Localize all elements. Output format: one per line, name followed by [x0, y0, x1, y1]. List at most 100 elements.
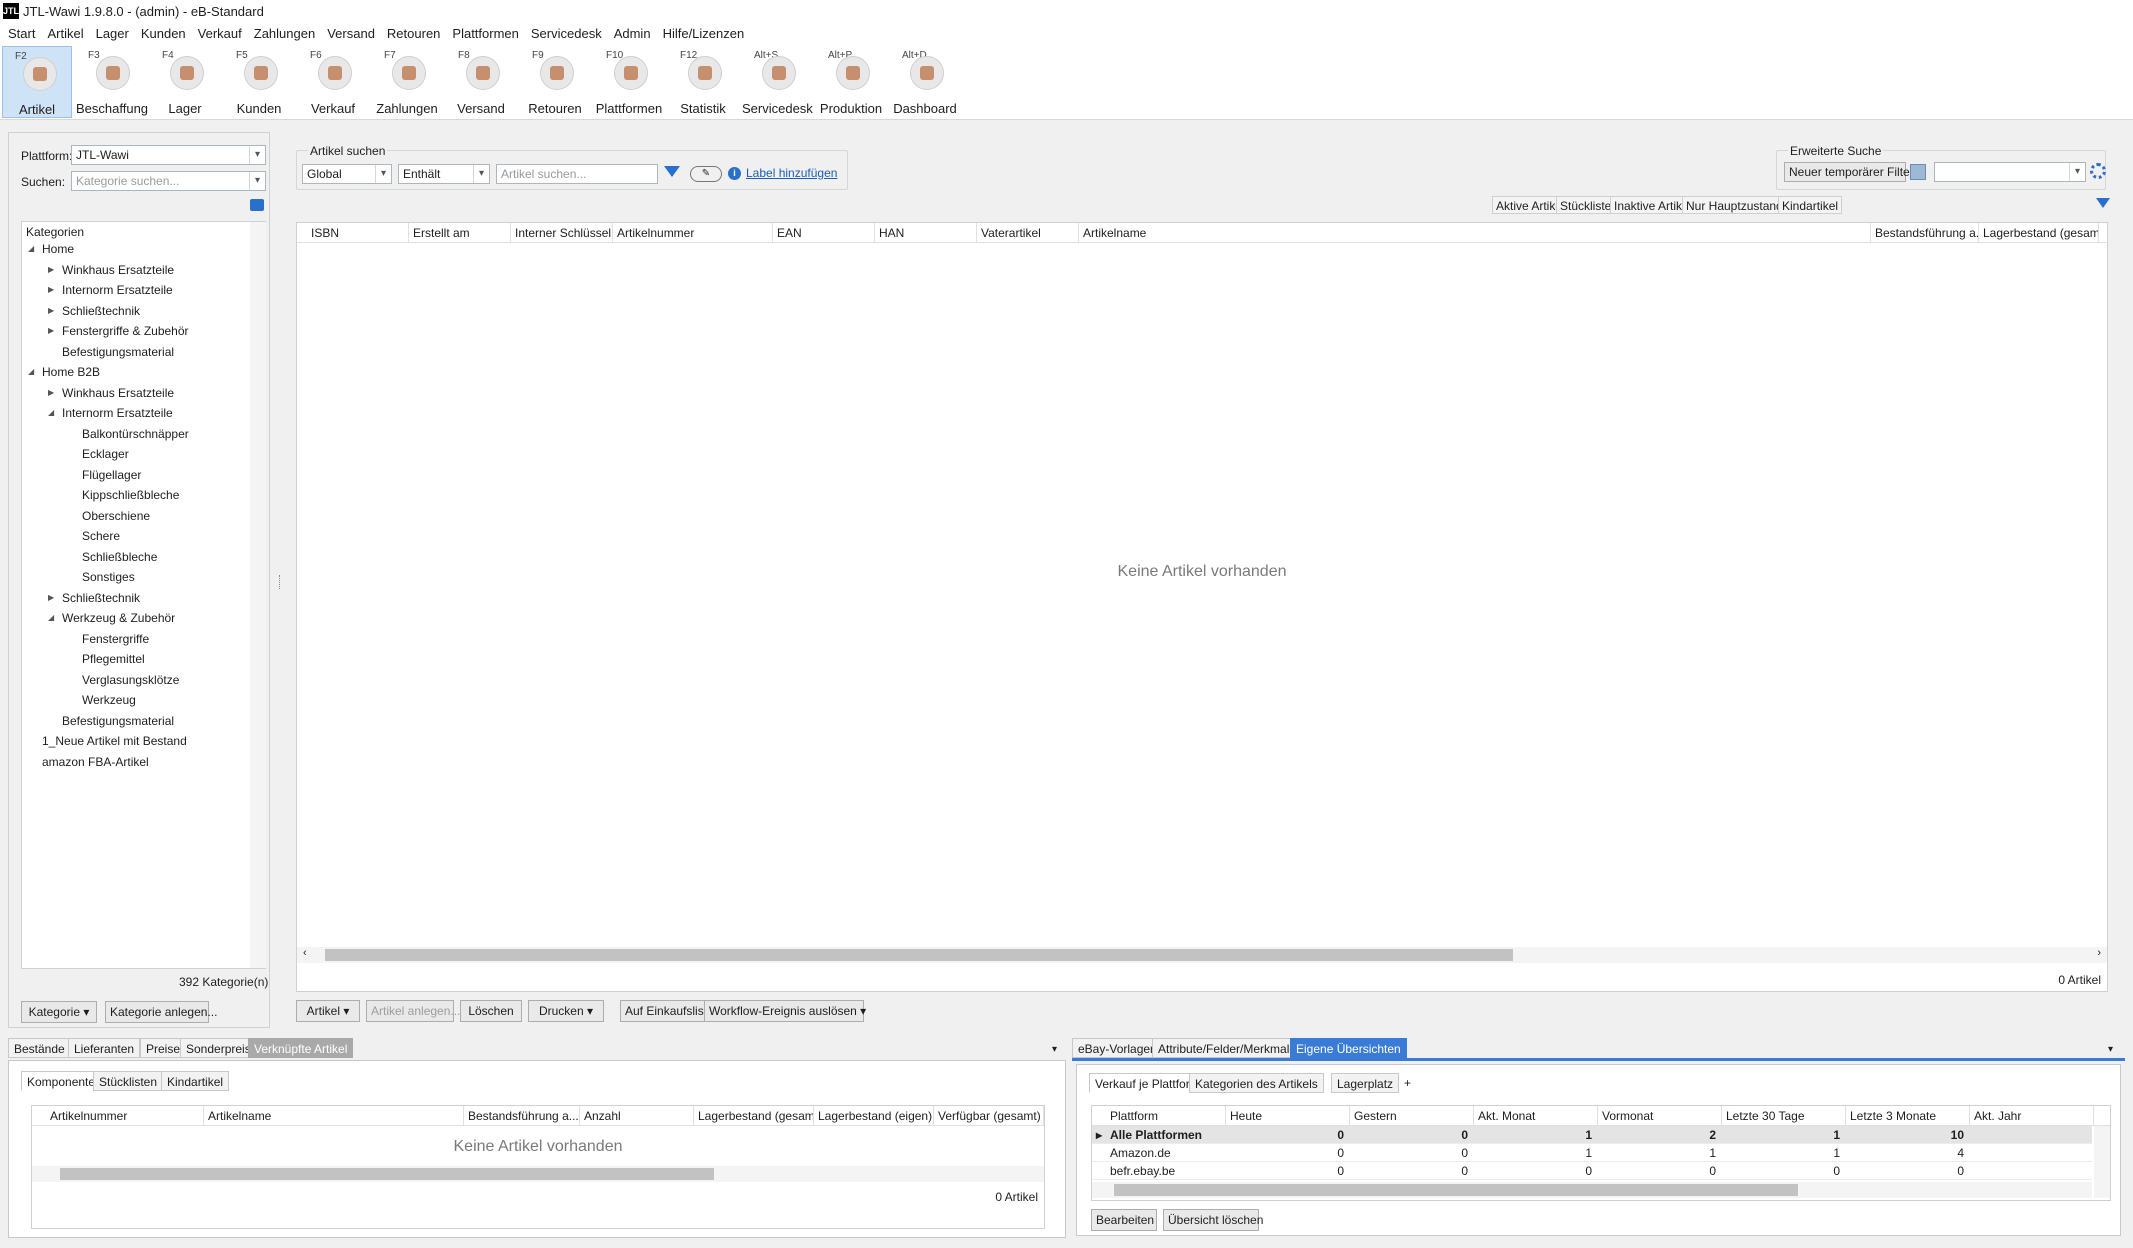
- toolbar-button-retouren[interactable]: F9 Retouren: [520, 46, 590, 118]
- expand-icon[interactable]: ▶: [48, 593, 54, 602]
- tree-item[interactable]: Fenstergriffe: [82, 632, 149, 646]
- verkauf-column-header[interactable]: Letzte 3 Monate: [1846, 1106, 1970, 1126]
- quick-filter-3[interactable]: Nur Hauptzustand: [1682, 196, 1787, 214]
- bottom-right-tab[interactable]: Eigene Übersichten: [1290, 1038, 1407, 1058]
- tree-item[interactable]: Kippschließbleche: [82, 488, 179, 502]
- tree-item[interactable]: amazon FBA-Artikel: [42, 755, 149, 769]
- tree-item[interactable]: Balkontürschnäpper: [82, 427, 189, 441]
- verkauf-subtab[interactable]: Kategorien des Artikels: [1189, 1073, 1324, 1093]
- tree-item[interactable]: Pflegemittel: [82, 652, 145, 666]
- komponenten-column-header[interactable]: Lagerbestand (eigen): [814, 1106, 934, 1126]
- tree-item[interactable]: Sonstiges: [82, 570, 135, 584]
- menu-item-start[interactable]: Start: [2, 26, 41, 41]
- bottom-left-tab[interactable]: Verknüpfte Artikel: [248, 1038, 354, 1058]
- save-icon[interactable]: [1910, 164, 1926, 180]
- expand-icon[interactable]: ▶: [48, 265, 54, 274]
- toolbar-button-versand[interactable]: F8 Versand: [446, 46, 516, 118]
- collapse-icon[interactable]: ◢: [48, 408, 54, 417]
- bearbeiten-button[interactable]: Bearbeiten: [1091, 1209, 1157, 1231]
- toolbar-button-verkauf[interactable]: F6 Verkauf: [298, 46, 368, 118]
- grid-column-header[interactable]: Lagerbestand (gesamt): [1979, 223, 2099, 243]
- tree-scrollbar[interactable]: [250, 222, 266, 968]
- grid-horizontal-scrollbar[interactable]: ‹ ›: [297, 947, 2107, 963]
- menu-item-lager[interactable]: Lager: [90, 26, 135, 41]
- toolbar-button-servicedesk[interactable]: Alt+S Servicedesk: [742, 46, 813, 118]
- action-button-3[interactable]: Drucken ▾: [528, 1000, 604, 1022]
- komponenten-column-header[interactable]: Artikelnummer: [46, 1106, 204, 1126]
- bottom-right-tab[interactable]: eBay-Vorlagen: [1072, 1038, 1163, 1058]
- verkauf-column-header[interactable]: Akt. Jahr: [1970, 1106, 2094, 1126]
- komponenten-scrollbar[interactable]: [32, 1166, 1044, 1182]
- chevron-down-icon[interactable]: ▾: [1052, 1044, 1057, 1055]
- tree-item[interactable]: Ecklager: [82, 447, 129, 461]
- tree-item[interactable]: Verglasungsklötze: [82, 673, 179, 687]
- grid-column-header[interactable]: Interner Schlüssel: [511, 223, 613, 243]
- tree-item[interactable]: Internorm Ersatzteile: [62, 406, 173, 420]
- menu-item-versand[interactable]: Versand: [321, 26, 381, 41]
- scrollbar-thumb[interactable]: [1114, 1184, 1798, 1196]
- gear-icon[interactable]: [2090, 163, 2106, 179]
- verkauf-vertical-scrollbar[interactable]: [2094, 1126, 2110, 1198]
- verkauf-column-header[interactable]: Heute: [1226, 1106, 1350, 1126]
- grid-column-header[interactable]: Artikelname: [1079, 223, 1871, 243]
- toolbar-button-zahlungen[interactable]: F7 Zahlungen: [372, 46, 442, 118]
- tree-item[interactable]: Schließtechnik: [62, 304, 140, 318]
- scroll-left-icon[interactable]: ‹: [303, 947, 307, 959]
- chevron-down-icon[interactable]: ▾: [2108, 1044, 2113, 1055]
- verkauf-subtab[interactable]: Lagerplatz: [1331, 1073, 1400, 1093]
- expand-icon[interactable]: ▶: [48, 388, 54, 397]
- toolbar-button-statistik[interactable]: F12 Statistik: [668, 46, 738, 118]
- tree-item[interactable]: Home: [42, 242, 74, 256]
- komponenten-column-header[interactable]: Verfügbar (gesamt): [934, 1106, 1044, 1126]
- tree-item[interactable]: Schere: [82, 529, 120, 543]
- expand-icon[interactable]: ▶: [48, 326, 54, 335]
- grid-column-header[interactable]: Artikelnummer: [613, 223, 773, 243]
- toolbar-button-lager[interactable]: F4 Lager: [150, 46, 220, 118]
- scrollbar-thumb[interactable]: [325, 949, 1513, 961]
- verkauf-column-header[interactable]: Akt. Monat: [1474, 1106, 1598, 1126]
- komponenten-subtab[interactable]: Stücklisten: [93, 1071, 164, 1091]
- bottom-left-tab[interactable]: Bestände: [8, 1038, 71, 1058]
- tree-item[interactable]: Oberschiene: [82, 509, 150, 523]
- menu-item-hilfelizenzen[interactable]: Hilfe/Lizenzen: [657, 26, 751, 41]
- tree-item[interactable]: Winkhaus Ersatzteile: [62, 386, 174, 400]
- toolbar-button-kunden[interactable]: F5 Kunden: [224, 46, 294, 118]
- filter-icon[interactable]: [664, 166, 680, 177]
- search-mode-select[interactable]: Enthält ▾: [398, 164, 490, 184]
- label-hinzufuegen-link[interactable]: Label hinzufügen: [746, 166, 837, 180]
- menu-item-plattformen[interactable]: Plattformen: [446, 26, 524, 41]
- toolbar-button-artikel[interactable]: F2 Artikel: [2, 46, 72, 118]
- bottom-left-tab[interactable]: Lieferanten: [68, 1038, 141, 1058]
- verkauf-column-header[interactable]: Plattform: [1106, 1106, 1226, 1126]
- toolbar-button-dashboard[interactable]: Alt+D Dashboard: [890, 46, 960, 118]
- tree-item[interactable]: Winkhaus Ersatzteile: [62, 263, 174, 277]
- filter-icon[interactable]: [2096, 198, 2110, 208]
- tree-item[interactable]: Flügellager: [82, 468, 141, 482]
- expand-icon[interactable]: ▶: [48, 306, 54, 315]
- collapse-icon[interactable]: ◢: [28, 244, 34, 253]
- action-button-5[interactable]: Workflow-Ereignis auslösen ▾: [704, 1000, 866, 1022]
- edit-label-icon[interactable]: ✎: [690, 166, 722, 182]
- category-search-input[interactable]: Kategorie suchen... ▾: [71, 171, 266, 191]
- komponenten-column-header[interactable]: Lagerbestand (gesamt): [694, 1106, 814, 1126]
- quick-filter-4[interactable]: Kindartikel: [1778, 196, 1843, 214]
- collapse-icon[interactable]: ◢: [28, 367, 34, 376]
- menu-item-servicedesk[interactable]: Servicedesk: [525, 26, 608, 41]
- komponenten-column-header[interactable]: Artikelname: [204, 1106, 464, 1126]
- scrollbar-thumb[interactable]: [60, 1168, 714, 1180]
- verkauf-table-row[interactable]: befr.ebay.be 0 0 0 0 0 0: [1092, 1162, 2092, 1180]
- neuer-temporaerer-filter-button[interactable]: Neuer temporärer Filter: [1784, 162, 1914, 182]
- verkauf-column-header[interactable]: Gestern: [1350, 1106, 1474, 1126]
- tree-item[interactable]: Home B2B: [42, 365, 100, 379]
- tree-item[interactable]: Befestigungsmaterial: [62, 345, 174, 359]
- verkauf-column-header[interactable]: Vormonat: [1598, 1106, 1722, 1126]
- verkauf-table-row[interactable]: Amazon.de 0 0 1 1 1 4: [1092, 1144, 2092, 1162]
- grid-column-header[interactable]: Bestandsführung a...: [1871, 223, 1979, 243]
- scroll-right-icon[interactable]: ›: [2097, 947, 2101, 959]
- grid-column-header[interactable]: Vaterartikel: [977, 223, 1079, 243]
- menu-item-kunden[interactable]: Kunden: [135, 26, 192, 41]
- action-button-1[interactable]: Artikel anlegen...: [366, 1000, 460, 1022]
- menu-item-retouren[interactable]: Retouren: [381, 26, 446, 41]
- verkauf-column-header[interactable]: Letzte 30 Tage: [1722, 1106, 1846, 1126]
- tree-item[interactable]: Schließtechnik: [62, 591, 140, 605]
